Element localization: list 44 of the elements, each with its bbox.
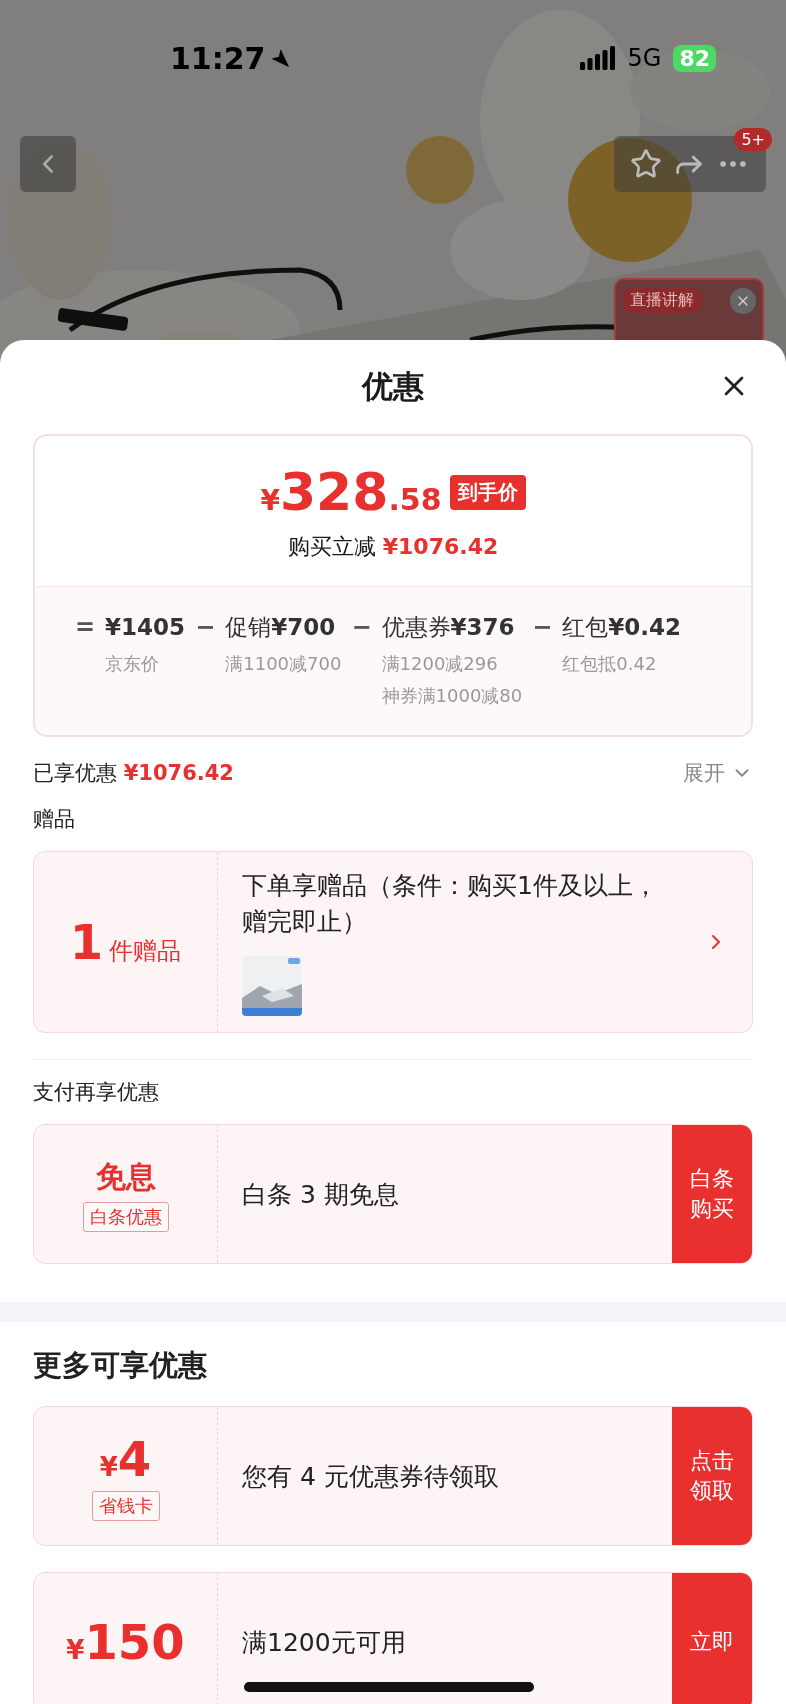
operator-sign: − — [195, 612, 216, 643]
breakdown-amount: 红包¥0.42 — [562, 613, 682, 642]
section-heading: 更多可享优惠 — [33, 1347, 208, 1384]
breakdown-note: 满1200减296 — [381, 652, 499, 676]
breakdown-note: 神券满1000减80 — [381, 684, 523, 708]
offer-action-button[interactable]: 立即 — [672, 1573, 752, 1704]
offer-action-button[interactable]: 白条购买 — [672, 1125, 752, 1263]
operator-sign: − — [532, 612, 553, 643]
sheet-title: 优惠 — [362, 367, 424, 406]
battery-indicator: 82 — [673, 44, 716, 72]
enjoyed-discount: 已享优惠 ¥1076.42 — [33, 760, 234, 787]
network-label: 5G — [627, 44, 662, 72]
breakdown-amount: 促销¥700 — [225, 613, 337, 642]
gift-count: 1 件赠品 — [69, 914, 182, 970]
breakdown-amount: 优惠券¥376 — [381, 613, 516, 642]
offer-description: 您有 4 元优惠券待领取 — [242, 1460, 500, 1493]
offer-amount: ¥150 — [66, 1614, 185, 1670]
gift-description: 下单享赠品（条件：购买1件及以上，赠完即止） — [242, 870, 659, 938]
breakdown-note: 满1100减700 — [225, 652, 342, 676]
breakdown-note: 红包抵0.42 — [562, 652, 658, 676]
status-time: 11:27 — [170, 40, 290, 76]
saving-text: 购买立减 ¥1076.42 — [287, 533, 499, 561]
live-label: 直播讲解 — [622, 288, 702, 313]
operator-sign: − — [351, 612, 372, 643]
location-icon — [269, 48, 290, 68]
offer-description: 白条 3 期免息 — [242, 1178, 400, 1211]
section-heading: 赠品 — [33, 806, 76, 833]
price-tag: 到手价 — [449, 474, 526, 510]
star-icon[interactable] — [630, 148, 662, 180]
operator-sign: = — [75, 612, 96, 643]
final-price: ¥328.58 — [260, 462, 442, 522]
offer-description: 满1200元可用 — [242, 1626, 407, 1659]
offer-action-button[interactable]: 点击领取 — [672, 1407, 752, 1545]
signal-icon — [579, 46, 616, 70]
offer-tag: 白条优惠 — [82, 1201, 169, 1232]
section-heading: 支付再享优惠 — [33, 1079, 160, 1106]
offer-amount: ¥4 — [99, 1431, 152, 1487]
breakdown-note: 京东价 — [105, 652, 161, 676]
offer-title: 免息 — [95, 1157, 156, 1196]
gift-card[interactable]: 1 件赠品 下单享赠品（条件：购买1件及以上，赠完即止） — [33, 851, 753, 1033]
offer-tag: 省钱卡 — [91, 1491, 160, 1521]
expand-toggle[interactable]: 展开 — [683, 759, 753, 787]
breakdown-amount: ¥1405 — [105, 613, 186, 642]
notification-badge: 5+ — [734, 128, 772, 151]
